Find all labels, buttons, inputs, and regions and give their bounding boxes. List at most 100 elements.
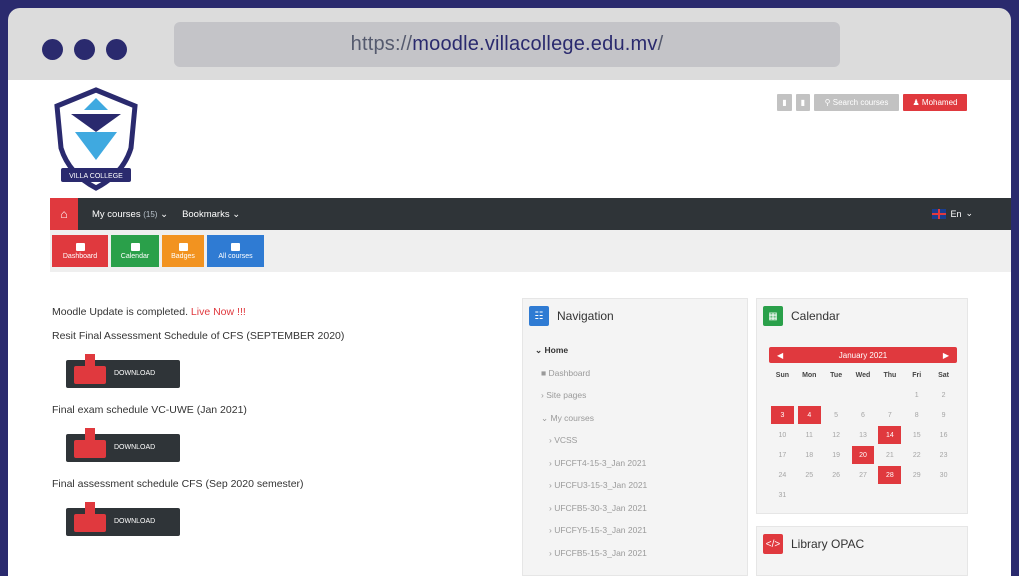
calendar-day[interactable]: 5 — [823, 405, 850, 425]
calendar-day[interactable]: 9 — [930, 405, 957, 425]
dashboard-link[interactable]: Dashboard — [52, 235, 108, 267]
calendar-weekday: Sun — [775, 371, 790, 379]
calendar-day[interactable]: 3 — [771, 406, 794, 424]
home-icon: ⌂ — [60, 207, 68, 221]
calendar-day[interactable]: 27 — [850, 465, 877, 485]
main-navbar: ⌂ My courses (15) ⌄ Bookmarks ⌄ En ⌄ — [50, 198, 1011, 230]
calendar-day[interactable]: 23 — [930, 445, 957, 465]
calendar-block: ▦ Calendar ◀ January 2021 ▶ Sun Mon Tue Wed… — [756, 298, 968, 514]
calendar-day[interactable]: 1 — [903, 385, 930, 405]
address-bar[interactable]: https://moodle.villacollege.edu.mv / — [174, 22, 840, 67]
calendar-day[interactable]: 21 — [876, 445, 903, 465]
download-label: DOWNLOAD — [114, 370, 156, 377]
villa-college-logo[interactable]: VILLA COLLEGE — [51, 86, 141, 194]
calendar-day[interactable]: 28 — [878, 466, 902, 484]
calendar-day[interactable]: 4 — [797, 406, 821, 424]
all-courses-link[interactable]: All courses — [207, 235, 264, 267]
chat-icon: ▮ — [800, 98, 805, 107]
calendar-link[interactable]: Calendar — [111, 235, 159, 267]
calendar-day[interactable]: 29 — [903, 465, 930, 485]
nav-item-course[interactable]: › UFCFB5-30-3_Jan 2021 — [535, 503, 747, 526]
navigation-tree: ⌄ Home ■ Dashboard › Site pages ⌄ My cou… — [523, 333, 747, 570]
calendar-day — [823, 385, 850, 405]
window-dot[interactable] — [106, 39, 127, 60]
calendar-day[interactable]: 15 — [903, 425, 930, 445]
calendar-day[interactable]: 24 — [769, 465, 796, 485]
browser-window: https://moodle.villacollege.edu.mv / VILL… — [8, 8, 1011, 576]
window-dot[interactable] — [74, 39, 95, 60]
my-courses-menu[interactable]: My courses (15) ⌄ — [92, 209, 168, 220]
window-dot[interactable] — [42, 39, 63, 60]
nav-item-my-courses[interactable]: ⌄ My courses — [535, 413, 747, 436]
calendar-day[interactable]: 22 — [903, 445, 930, 465]
calendar-day[interactable]: 20 — [851, 446, 875, 464]
navigation-block-header: ☷ Navigation — [523, 299, 747, 333]
chevron-down-icon: ⌄ — [160, 208, 169, 220]
nav-item-dashboard[interactable]: ■ Dashboard — [535, 368, 747, 391]
download-icon — [74, 440, 106, 458]
calendar-day[interactable]: 12 — [823, 425, 850, 445]
nav-item-label: Site pages — [546, 390, 587, 400]
calendar-day[interactable]: 25 — [796, 465, 823, 485]
url-host: moodle.villacollege.edu.mv — [412, 33, 658, 55]
bookmarks-menu[interactable]: Bookmarks ⌄ — [182, 209, 240, 220]
calendar-day[interactable]: 31 — [769, 485, 796, 505]
notifications-button[interactable]: ▮ — [777, 94, 792, 111]
calendar-day — [903, 485, 930, 505]
badge-icon — [178, 242, 188, 251]
exam-schedule-title: Final exam schedule VC-UWE (Jan 2021) — [52, 404, 247, 416]
home-button[interactable]: ⌂ — [50, 198, 78, 230]
nav-item-course[interactable]: › UFCFY5-15-3_Jan 2021 — [535, 525, 747, 548]
calendar-day[interactable]: 10 — [769, 425, 796, 445]
calendar-day[interactable]: 6 — [850, 405, 877, 425]
download-button[interactable]: DOWNLOAD — [66, 502, 180, 536]
nav-item-home[interactable]: ⌄ Home — [535, 345, 747, 368]
download-label: DOWNLOAD — [114, 518, 156, 525]
update-text: Moodle Update is completed. — [52, 306, 188, 318]
calendar-day[interactable]: 13 — [850, 425, 877, 445]
nav-item-course[interactable]: › UFCFB5-15-3_Jan 2021 — [535, 548, 747, 571]
calendar-day[interactable]: 17 — [769, 445, 796, 465]
calendar-block-header: ▦ Calendar — [757, 299, 967, 333]
download-button[interactable]: DOWNLOAD — [66, 354, 180, 388]
web-page: VILLA COLLEGE ▮ ▮ ⚲ Search courses ♟ Moh… — [8, 80, 1011, 576]
download-button[interactable]: DOWNLOAD — [66, 428, 180, 462]
logo-text: VILLA COLLEGE — [69, 173, 123, 180]
nav-item-site-pages[interactable]: › Site pages — [535, 390, 747, 413]
live-now-link[interactable]: Live Now !!! — [191, 306, 246, 318]
update-notice: Moodle Update is completed. Live Now !!! — [52, 306, 512, 320]
nav-item-label: UFCFU3-15-3_Jan 2021 — [554, 480, 648, 490]
calendar-day[interactable]: 2 — [930, 385, 957, 405]
nav-item-course[interactable]: › VCSS — [535, 435, 747, 458]
calendar-day[interactable]: 14 — [878, 426, 902, 444]
my-courses-label: My courses — [92, 208, 141, 220]
badges-link[interactable]: Badges — [162, 235, 204, 267]
calendar-day — [850, 385, 877, 405]
calendar-weekday: Fri — [912, 371, 922, 379]
calendar-day — [850, 485, 877, 505]
download-icon — [74, 514, 106, 532]
calendar-day[interactable]: 16 — [930, 425, 957, 445]
all-courses-label: All courses — [218, 252, 253, 260]
next-month-icon[interactable]: ▶ — [943, 351, 949, 360]
language-selector[interactable]: En ⌄ — [932, 208, 973, 219]
messages-button[interactable]: ▮ — [795, 94, 810, 111]
uk-flag-icon — [932, 208, 947, 219]
calendar-weekday: Sat — [938, 371, 950, 379]
search-courses-button[interactable]: ⚲ Search courses — [814, 94, 899, 111]
calendar-day[interactable]: 30 — [930, 465, 957, 485]
calendar-day[interactable]: 8 — [903, 405, 930, 425]
prev-month-icon[interactable]: ◀ — [777, 351, 783, 360]
calendar-day[interactable]: 7 — [876, 405, 903, 425]
url-prefix: https:// — [350, 33, 413, 55]
calendar-day[interactable]: 19 — [823, 445, 850, 465]
calendar-day[interactable]: 18 — [796, 445, 823, 465]
calendar-day — [876, 485, 903, 505]
dashboard-label: Dashboard — [62, 252, 98, 260]
user-menu-button[interactable]: ♟ Mohamed — [903, 94, 967, 111]
nav-item-course[interactable]: › UFCFT4-15-3_Jan 2021 — [535, 458, 747, 481]
nav-item-course[interactable]: › UFCFU3-15-3_Jan 2021 — [535, 480, 747, 503]
calendar-day[interactable]: 26 — [823, 465, 850, 485]
code-icon: </> — [763, 534, 783, 554]
calendar-day[interactable]: 11 — [796, 425, 823, 445]
